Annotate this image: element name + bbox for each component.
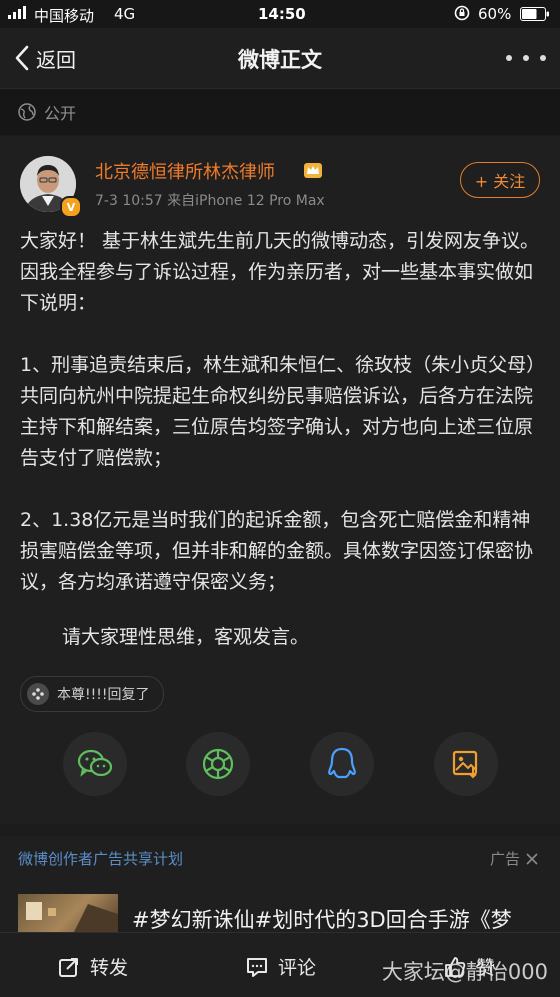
ad-tag[interactable]: 广告 (490, 848, 538, 869)
post-paragraph: 1、刑事追责结束后，林生斌和朱恒仁、徐玫枝（朱小贞父母）共同向杭州中院提起生命权… (20, 354, 536, 469)
page-title: 微博正文 (238, 48, 322, 72)
visibility-label: 公开 (44, 104, 77, 123)
visibility-row: 公开 (0, 89, 560, 135)
repost-label: 转发 (90, 957, 129, 979)
post-paragraph: 大家好！ 基于林生斌先生前几天的微博动态，引发网友争议。因我全程参与了诉讼过程，… (20, 230, 540, 314)
nav-bar: 返回 微博正文 (0, 28, 560, 89)
repost-button[interactable]: 转发 (58, 953, 128, 980)
author-reply-pill[interactable]: 本尊!!!!回复了 (20, 676, 165, 712)
follow-button[interactable]: + 关注 (460, 162, 540, 198)
wechat-icon (77, 749, 113, 777)
comment-button[interactable]: 评论 (246, 953, 316, 980)
ad-title[interactable]: #梦幻新诛仙#划时代的3D回合手游《梦 (132, 904, 512, 934)
share-qq-button[interactable] (310, 732, 374, 796)
save-image-button[interactable] (434, 732, 498, 796)
author-name[interactable]: 北京德恒律所林杰律师 (95, 158, 275, 184)
battery-label: 60% (478, 5, 512, 23)
weibo-post: V 北京德恒律所林杰律师 7-3 10:57 来自iPhone 12 Pro M… (0, 136, 560, 824)
post-paragraph: 请大家理性思维，客观发言。 (62, 626, 310, 648)
more-dot-icon (523, 55, 529, 61)
reply-text: 本尊!!!!回复了 (57, 687, 150, 703)
member-crown-icon (303, 160, 323, 184)
clock: 14:50 (258, 5, 306, 23)
network-label: 4G (114, 5, 136, 23)
globe-icon (18, 103, 36, 121)
qq-icon (328, 747, 356, 779)
more-dot-icon (540, 55, 546, 61)
share-wechat-button[interactable] (63, 732, 127, 796)
comment-label: 评论 (278, 957, 317, 979)
battery-icon (520, 7, 550, 25)
signal-icon (8, 5, 30, 23)
post-meta: 7-3 10:57 来自iPhone 12 Pro Max (95, 193, 325, 209)
more-dot-icon (506, 55, 512, 61)
close-icon (526, 852, 538, 865)
watermark-text: 大家坛@静怡000 (381, 960, 548, 984)
comment-icon (247, 957, 267, 977)
rotation-lock-icon (454, 5, 470, 25)
ad-plan-link[interactable]: 微博创作者广告共享计划 (18, 848, 183, 869)
moments-icon (202, 748, 234, 780)
carrier-label: 中国移动 (34, 7, 95, 25)
post-paragraph: 2、1.38亿元是当时我们的起诉金额，包含死亡赔偿金和精神损害赔偿金等项，但并非… (20, 509, 534, 593)
post-body: 大家好！ 基于林生斌先生前几天的微博动态，引发网友争议。因我全程参与了诉讼过程，… (20, 226, 544, 653)
save-image-icon (452, 750, 478, 779)
repost-icon (59, 957, 78, 977)
share-moments-button[interactable] (186, 732, 250, 796)
share-row (0, 732, 560, 802)
reply-avatar-icon (27, 683, 49, 705)
status-bar: 中国移动 4G 14:50 60% (0, 0, 560, 28)
more-options-button[interactable] (506, 44, 546, 72)
verified-badge-icon: V (60, 196, 82, 218)
ad-tag-label: 广告 (489, 850, 520, 868)
